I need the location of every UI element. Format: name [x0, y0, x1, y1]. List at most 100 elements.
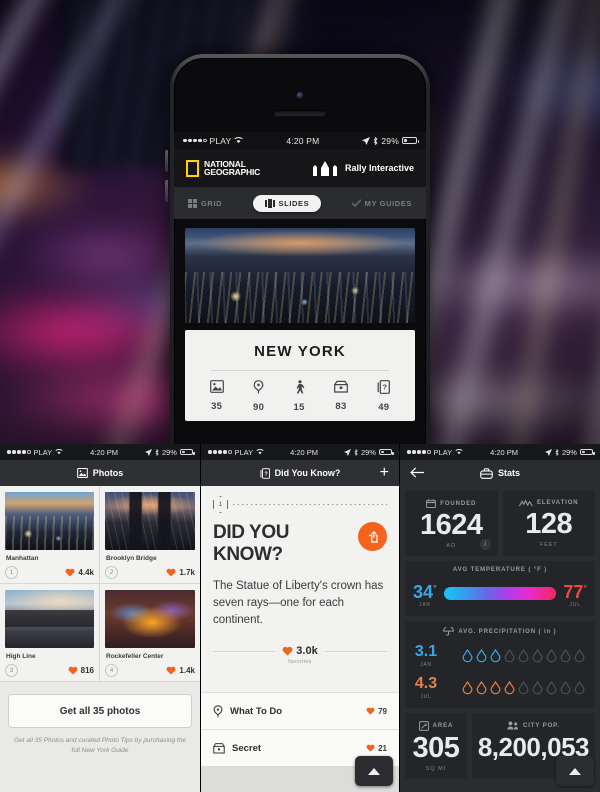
carrier-label: PLAY — [234, 447, 254, 457]
view-mode-segmented-control[interactable]: GRID SLIDES MY GUIDES — [174, 187, 426, 219]
wifi-icon — [256, 449, 264, 455]
heart-icon — [65, 568, 75, 577]
photo-index-badge: 1 — [5, 566, 18, 579]
stat-facts[interactable]: ? 49 — [377, 380, 391, 413]
fact-body: The Statue of Liberty's crown has seven … — [213, 580, 384, 626]
pin-icon — [253, 380, 264, 394]
list-item[interactable]: What To Do 79 — [201, 692, 399, 729]
photo-index-badge: 4 — [105, 664, 118, 677]
battery-percent: 29% — [561, 447, 577, 457]
iphone-device: PLAY 4:20 PM 29% NATIONAL GEOGRAPHIC Ral… — [165, 54, 430, 444]
stat-value: 128 — [525, 508, 573, 540]
battery-icon — [402, 137, 419, 144]
list-item[interactable]: Brooklyn Bridge 2 1.7k — [100, 486, 200, 584]
segment-slides[interactable]: SLIDES — [252, 194, 322, 212]
lock-icon — [213, 743, 225, 754]
photo-caption: High Line — [6, 653, 36, 660]
list-item[interactable]: Rockefeller Center 4 1.4k — [100, 584, 200, 682]
battery-percent: 29% — [161, 447, 177, 457]
buildings-icon — [312, 160, 337, 176]
back-button[interactable] — [410, 466, 425, 480]
screen-title-label: Photos — [92, 468, 124, 478]
add-button[interactable]: + — [380, 465, 389, 481]
fact-heading: DID YOU KNOW? — [213, 522, 290, 565]
list-item[interactable]: Manhattan 1 4.4k — [0, 486, 100, 584]
water-drop-icon — [490, 680, 501, 694]
did-you-know-screen: PLAY 4:20 PM 29% ? Did You Know? + 1 DID… — [200, 444, 400, 792]
heart-icon — [282, 646, 293, 656]
temperature-gradient-bar — [443, 587, 557, 600]
water-drop-icon — [560, 648, 571, 662]
like-count[interactable]: 1.7k — [166, 568, 195, 577]
photo-thumbnail[interactable] — [105, 590, 195, 648]
segment-grid[interactable]: GRID — [188, 198, 222, 208]
earpiece-speaker — [274, 110, 326, 116]
favorites-count: 3.0k — [282, 645, 318, 657]
share-button[interactable] — [358, 522, 387, 551]
water-drop-icon — [490, 648, 501, 662]
walk-icon — [296, 380, 304, 394]
stat-area[interactable]: AREA 305 SQ MI — [405, 713, 467, 779]
segment-my-guides-label: MY GUIDES — [364, 198, 412, 208]
pin-icon — [213, 704, 223, 717]
scroll-up-button[interactable] — [556, 756, 594, 786]
wifi-icon — [55, 449, 63, 455]
slide-photo[interactable] — [185, 228, 415, 323]
list-item-count: 79 — [366, 707, 387, 716]
wifi-icon — [234, 137, 244, 144]
stat-photos[interactable]: 35 — [209, 380, 224, 413]
info-icon[interactable]: i — [479, 539, 491, 550]
bluetooth-icon — [555, 448, 559, 456]
water-drop-icon — [476, 680, 487, 694]
list-item[interactable]: High Line 3 816 — [0, 584, 100, 682]
get-all-photos-button[interactable]: Get all 35 photos — [8, 694, 192, 728]
photo-thumbnail[interactable] — [105, 492, 195, 550]
photo-thumbnail[interactable] — [5, 492, 94, 550]
share-icon — [368, 530, 378, 543]
arrow-left-icon — [410, 466, 424, 478]
water-drop-icon — [546, 680, 557, 694]
fact-card: 1 DID YOU KNOW? The Statue of Liberty's … — [201, 486, 399, 692]
water-drop-icon — [476, 648, 487, 662]
photo-caption: Manhattan — [6, 555, 39, 562]
list-item-count: 21 — [366, 744, 387, 753]
partner-label: Rally Interactive — [344, 163, 414, 173]
like-count[interactable]: 816 — [68, 666, 94, 675]
mountain-icon — [518, 499, 533, 507]
battery-icon — [179, 449, 195, 455]
status-bar: PLAY 4:20 PM 29% — [400, 444, 600, 460]
heart-icon — [366, 707, 375, 715]
like-count[interactable]: 1.4k — [166, 666, 195, 675]
water-drop-icon — [546, 648, 557, 662]
app-screenshot: PLAY 4:20 PM 29% NATIONAL GEOGRAPHIC Ral… — [0, 0, 600, 792]
temperature-widget: AVG TEMPERATURE ( °F ) 34° JAN 77° JUL — [405, 561, 595, 616]
water-drop-icon — [462, 680, 473, 694]
photo-index-badge: 2 — [105, 566, 118, 579]
stat-walks[interactable]: 15 — [293, 380, 304, 413]
screen-title: ? Did You Know? — [260, 467, 341, 479]
natgeo-header: NATIONAL GEOGRAPHIC Rally Interactive — [174, 149, 426, 187]
ticket-icon — [334, 380, 348, 393]
photo-thumbnail[interactable] — [5, 590, 94, 648]
stat-elevation[interactable]: ELEVATION 128 FEET — [502, 491, 595, 556]
navigation-bar: ? Did You Know? + — [201, 460, 399, 486]
water-drop-icon — [560, 680, 571, 694]
rally-interactive-logo: Rally Interactive — [310, 160, 414, 176]
stat-founded[interactable]: FOUNDED 1624 AD i — [405, 491, 498, 556]
battery-icon — [579, 449, 595, 455]
stat-places[interactable]: 90 — [253, 380, 264, 413]
stat-tickets[interactable]: 83 — [334, 380, 348, 413]
screen-title-label: Did You Know? — [274, 468, 341, 478]
favorites-row: 3.0k — [213, 645, 388, 657]
scroll-up-button[interactable] — [355, 756, 393, 786]
list-item-label: What To Do — [230, 705, 283, 717]
svg-text:?: ? — [264, 471, 267, 477]
stats-screen: PLAY 4:20 PM 29% Stats FOUNDED 1624 AD i… — [400, 444, 600, 792]
photo-index-badge: 3 — [5, 664, 18, 677]
temperature-low: 34° JAN — [413, 582, 437, 608]
screen-title-label: Stats — [497, 468, 520, 478]
like-count[interactable]: 4.4k — [65, 568, 94, 577]
segment-my-guides[interactable]: MY GUIDES — [351, 198, 412, 208]
water-drop-icon — [504, 648, 515, 662]
briefcase-icon — [480, 467, 493, 479]
